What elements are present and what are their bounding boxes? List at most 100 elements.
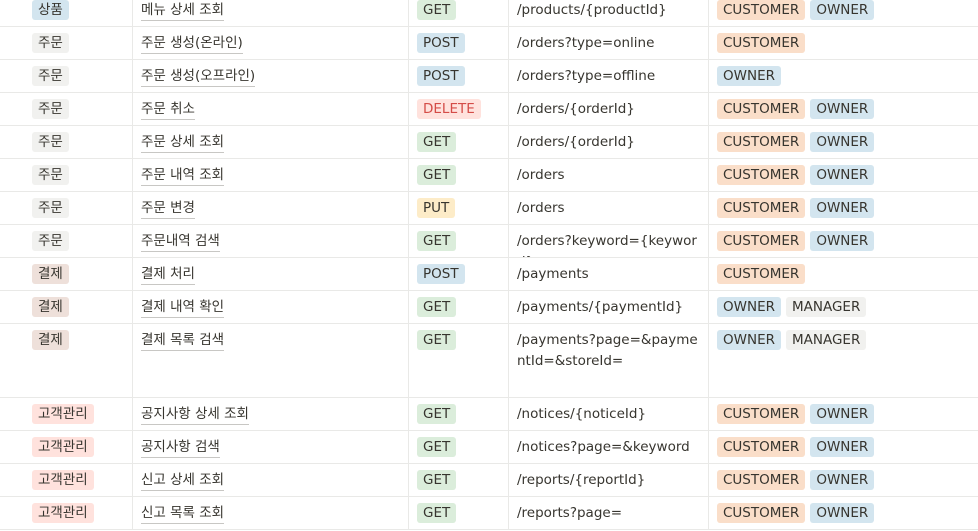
endpoint-name-link[interactable]: 결제 내역 확인 [141,298,225,318]
method-cell[interactable]: GET [409,126,509,158]
category-cell[interactable]: 결제 [0,291,133,323]
name-cell[interactable]: 결제 처리 [133,258,409,290]
method-cell[interactable]: GET [409,431,509,463]
name-cell[interactable]: 메뉴 상세 조회 [133,0,409,26]
path-cell[interactable]: /orders [509,159,709,191]
endpoint-name-link[interactable]: 주문 생성(오프라인) [141,67,256,87]
method-cell[interactable]: GET [409,291,509,323]
path-cell[interactable]: /payments?page=&paymentId=&storeId= [509,324,709,397]
endpoint-name-link[interactable]: 결제 목록 검색 [141,331,225,351]
roles-cell[interactable]: OWNER MANAGER [709,324,978,397]
category-cell[interactable]: 주문 [0,93,133,125]
endpoint-name-link[interactable]: 주문 생성(온라인) [141,34,243,54]
path-cell[interactable]: /orders?type=offline [509,60,709,92]
method-cell[interactable]: GET [409,464,509,496]
roles-cell[interactable]: CUSTOMER OWNER [709,159,978,191]
name-cell[interactable]: 주문 상세 조회 [133,126,409,158]
table-row[interactable]: 상품 메뉴 상세 조회 GET/products/{productId} CUSTOM… [0,0,978,27]
category-cell[interactable]: 주문 [0,159,133,191]
method-cell[interactable]: DELETE [409,93,509,125]
roles-cell[interactable]: CUSTOMER OWNER [709,398,978,430]
method-cell[interactable]: POST [409,27,509,59]
endpoint-name-link[interactable]: 메뉴 상세 조회 [141,1,225,21]
endpoint-name-link[interactable]: 주문 내역 조회 [141,166,225,186]
category-cell[interactable]: 고객관리 [0,431,133,463]
roles-cell[interactable]: CUSTOMER OWNER [709,126,978,158]
roles-cell[interactable]: CUSTOMER OWNER [709,225,978,257]
endpoint-name-link[interactable]: 주문내역 검색 [141,232,220,252]
category-cell[interactable]: 고객관리 [0,497,133,529]
category-cell[interactable]: 주문 [0,192,133,224]
table-row[interactable]: 주문 주문 변경 PUT/orders CUSTOMER OWNER [0,192,978,225]
table-row[interactable]: 주문 주문 생성(온라인) POST/orders?type=online CUSTO… [0,27,978,60]
table-row[interactable]: 주문 주문 상세 조회 GET/orders/{orderId} CUSTOMER OW… [0,126,978,159]
name-cell[interactable]: 신고 상세 조회 [133,464,409,496]
path-cell[interactable]: /payments [509,258,709,290]
table-row[interactable]: 결제 결제 내역 확인 GET/payments/{paymentId} OWNER M… [0,291,978,324]
roles-cell[interactable]: CUSTOMER OWNER [709,0,978,26]
category-cell[interactable]: 고객관리 [0,464,133,496]
roles-cell[interactable]: OWNER MANAGER [709,291,978,323]
table-row[interactable]: 주문 주문내역 검색 GET/orders?keyword={keyword} CUS… [0,225,978,258]
method-cell[interactable]: GET [409,398,509,430]
name-cell[interactable]: 주문 내역 조회 [133,159,409,191]
name-cell[interactable]: 결제 목록 검색 [133,324,409,397]
table-row[interactable]: 고객관리 신고 상세 조회 GET/reports/{reportId} CUSTOM… [0,464,978,497]
name-cell[interactable]: 공지사항 상세 조회 [133,398,409,430]
method-cell[interactable]: GET [409,497,509,529]
roles-cell[interactable]: OWNER [709,60,978,92]
table-row[interactable]: 고객관리 신고 목록 조회 GET/reports?page= CUSTOMER OWN… [0,497,978,530]
name-cell[interactable]: 공지사항 검색 [133,431,409,463]
method-cell[interactable]: GET [409,324,509,397]
roles-cell[interactable]: CUSTOMER [709,27,978,59]
endpoint-name-link[interactable]: 주문 변경 [141,199,195,219]
path-cell[interactable]: /orders/{orderId} [509,126,709,158]
roles-cell[interactable]: CUSTOMER OWNER [709,192,978,224]
category-cell[interactable]: 주문 [0,225,133,257]
endpoint-name-link[interactable]: 공지사항 검색 [141,438,220,458]
roles-cell[interactable]: CUSTOMER OWNER [709,431,978,463]
endpoint-name-link[interactable]: 공지사항 상세 조회 [141,405,249,425]
endpoint-name-link[interactable]: 결제 처리 [141,265,195,285]
name-cell[interactable]: 신고 목록 조회 [133,497,409,529]
name-cell[interactable]: 결제 내역 확인 [133,291,409,323]
roles-cell[interactable]: CUSTOMER [709,258,978,290]
method-cell[interactable]: PUT [409,192,509,224]
method-cell[interactable]: GET [409,0,509,26]
table-row[interactable]: 주문 주문 내역 조회 GET/orders CUSTOMER OWNER [0,159,978,192]
table-row[interactable]: 주문 주문 취소 DELETE/orders/{orderId} CUSTOMER OW… [0,93,978,126]
table-row[interactable]: 결제 결제 목록 검색 GET/payments?page=&paymentId=&… [0,324,978,398]
table-row[interactable]: 주문 주문 생성(오프라인) POST/orders?type=offline OWN… [0,60,978,93]
path-cell[interactable]: /orders?keyword={keyword} [509,225,709,257]
path-cell[interactable]: /orders?type=online [509,27,709,59]
endpoint-name-link[interactable]: 주문 취소 [141,100,195,120]
path-cell[interactable]: /payments/{paymentId} [509,291,709,323]
method-cell[interactable]: POST [409,258,509,290]
table-row[interactable]: 고객관리 공지사항 검색 GET/notices?page=&keyword= CUS… [0,431,978,464]
path-cell[interactable]: /orders/{orderId} [509,93,709,125]
category-cell[interactable]: 상품 [0,0,133,26]
method-cell[interactable]: GET [409,159,509,191]
endpoint-name-link[interactable]: 주문 상세 조회 [141,133,225,153]
name-cell[interactable]: 주문 취소 [133,93,409,125]
roles-cell[interactable]: CUSTOMER OWNER [709,464,978,496]
name-cell[interactable]: 주문내역 검색 [133,225,409,257]
category-cell[interactable]: 결제 [0,258,133,290]
table-row[interactable]: 고객관리 공지사항 상세 조회 GET/notices/{noticeId} CUST… [0,398,978,431]
method-cell[interactable]: POST [409,60,509,92]
category-cell[interactable]: 결제 [0,324,133,397]
path-cell[interactable]: /notices/{noticeId} [509,398,709,430]
path-cell[interactable]: /orders [509,192,709,224]
endpoint-name-link[interactable]: 신고 목록 조회 [141,504,225,524]
table-row[interactable]: 결제 결제 처리 POST/payments CUSTOMER [0,258,978,291]
name-cell[interactable]: 주문 생성(오프라인) [133,60,409,92]
name-cell[interactable]: 주문 생성(온라인) [133,27,409,59]
method-cell[interactable]: GET [409,225,509,257]
path-cell[interactable]: /notices?page=&keyword= [509,431,709,463]
roles-cell[interactable]: CUSTOMER OWNER [709,497,978,529]
category-cell[interactable]: 주문 [0,126,133,158]
path-cell[interactable]: /products/{productId} [509,0,709,26]
name-cell[interactable]: 주문 변경 [133,192,409,224]
category-cell[interactable]: 고객관리 [0,398,133,430]
path-cell[interactable]: /reports/{reportId} [509,464,709,496]
